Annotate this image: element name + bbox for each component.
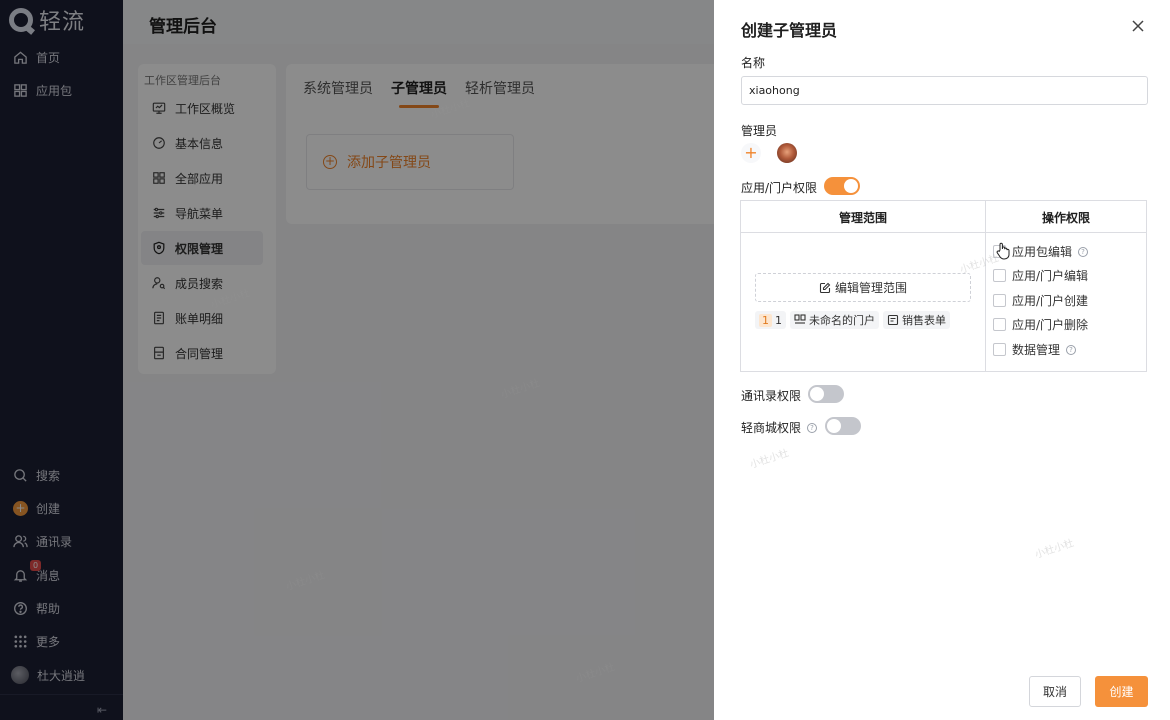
op-app-portal-edit[interactable]: 应用/门户编辑 (993, 267, 1088, 284)
mall-perm-row: 轻商城权限 ? (741, 419, 818, 436)
mall-perm-label: 轻商城权限 (741, 421, 802, 435)
watermark: 小杜小杜 (748, 447, 791, 471)
op-label: 应用包编辑 (1012, 245, 1073, 259)
close-icon (1132, 20, 1144, 32)
help-icon[interactable]: ? (1078, 246, 1089, 257)
form-chip: 销售表单 (883, 311, 950, 329)
portal-chip: 未命名的门户 (790, 311, 879, 329)
op-app-portal-delete[interactable]: 应用/门户删除 (993, 316, 1088, 333)
portal-icon (794, 314, 806, 324)
checkbox[interactable] (993, 318, 1006, 331)
count-value: 1 (775, 313, 782, 327)
app-perm-toggle[interactable] (824, 177, 860, 195)
op-app-portal-create[interactable]: 应用/门户创建 (993, 292, 1088, 309)
count-chip: 1 1 (755, 311, 786, 329)
op-data-manage[interactable]: 数据管理 ? (993, 341, 1077, 358)
count-badge: 1 (759, 313, 772, 327)
op-label: 应用/门户编辑 (1012, 269, 1089, 283)
admin-label: 管理员 (741, 124, 778, 138)
header-divider (741, 232, 1146, 233)
edit-icon (819, 282, 831, 293)
column-header-ops: 操作权限 (1042, 211, 1091, 225)
edit-scope-button[interactable]: 编辑管理范围 (755, 273, 971, 302)
column-divider (985, 201, 986, 371)
op-label: 应用/门户删除 (1012, 318, 1089, 332)
form-icon (887, 314, 899, 326)
create-sub-admin-drawer: 创建子管理员 名称 管理员 + 应用/门户权限 管理范围 操作权限 编辑管理范围… (714, 0, 1170, 720)
close-button[interactable] (1129, 18, 1147, 36)
op-label: 应用/门户创建 (1012, 294, 1089, 308)
help-icon[interactable]: ? (807, 422, 818, 433)
app-perm-label: 应用/门户权限 (741, 181, 818, 195)
portal-chip-label: 未命名的门户 (809, 314, 875, 327)
contacts-perm-label: 通讯录权限 (741, 389, 802, 403)
contacts-perm-toggle[interactable] (808, 385, 844, 403)
name-input[interactable] (741, 76, 1148, 105)
scope-chips: 1 1 未命名的门户 销售表单 (755, 311, 950, 329)
name-label: 名称 (741, 56, 766, 70)
form-chip-label: 销售表单 (902, 314, 946, 327)
mall-perm-toggle[interactable] (825, 417, 861, 435)
hand-cursor-icon (996, 242, 1010, 260)
checkbox[interactable] (993, 269, 1006, 282)
modal-overlay[interactable] (0, 0, 714, 720)
permission-table: 管理范围 操作权限 编辑管理范围 1 1 未命名的门户 销售表单 应用包编辑 ?… (740, 200, 1147, 372)
checkbox[interactable] (993, 294, 1006, 307)
admin-avatar[interactable] (777, 143, 797, 163)
drawer-title: 创建子管理员 (741, 21, 838, 40)
checkbox[interactable] (993, 343, 1006, 356)
watermark: 小杜小杜 (1033, 537, 1076, 561)
cancel-button[interactable]: 取消 (1029, 676, 1081, 707)
column-header-scope: 管理范围 (839, 211, 888, 225)
create-button[interactable]: 创建 (1095, 676, 1148, 707)
help-icon[interactable]: ? (1066, 344, 1077, 355)
add-admin-button[interactable]: + (741, 143, 761, 163)
edit-scope-label: 编辑管理范围 (834, 281, 907, 295)
op-label: 数据管理 (1012, 343, 1061, 357)
